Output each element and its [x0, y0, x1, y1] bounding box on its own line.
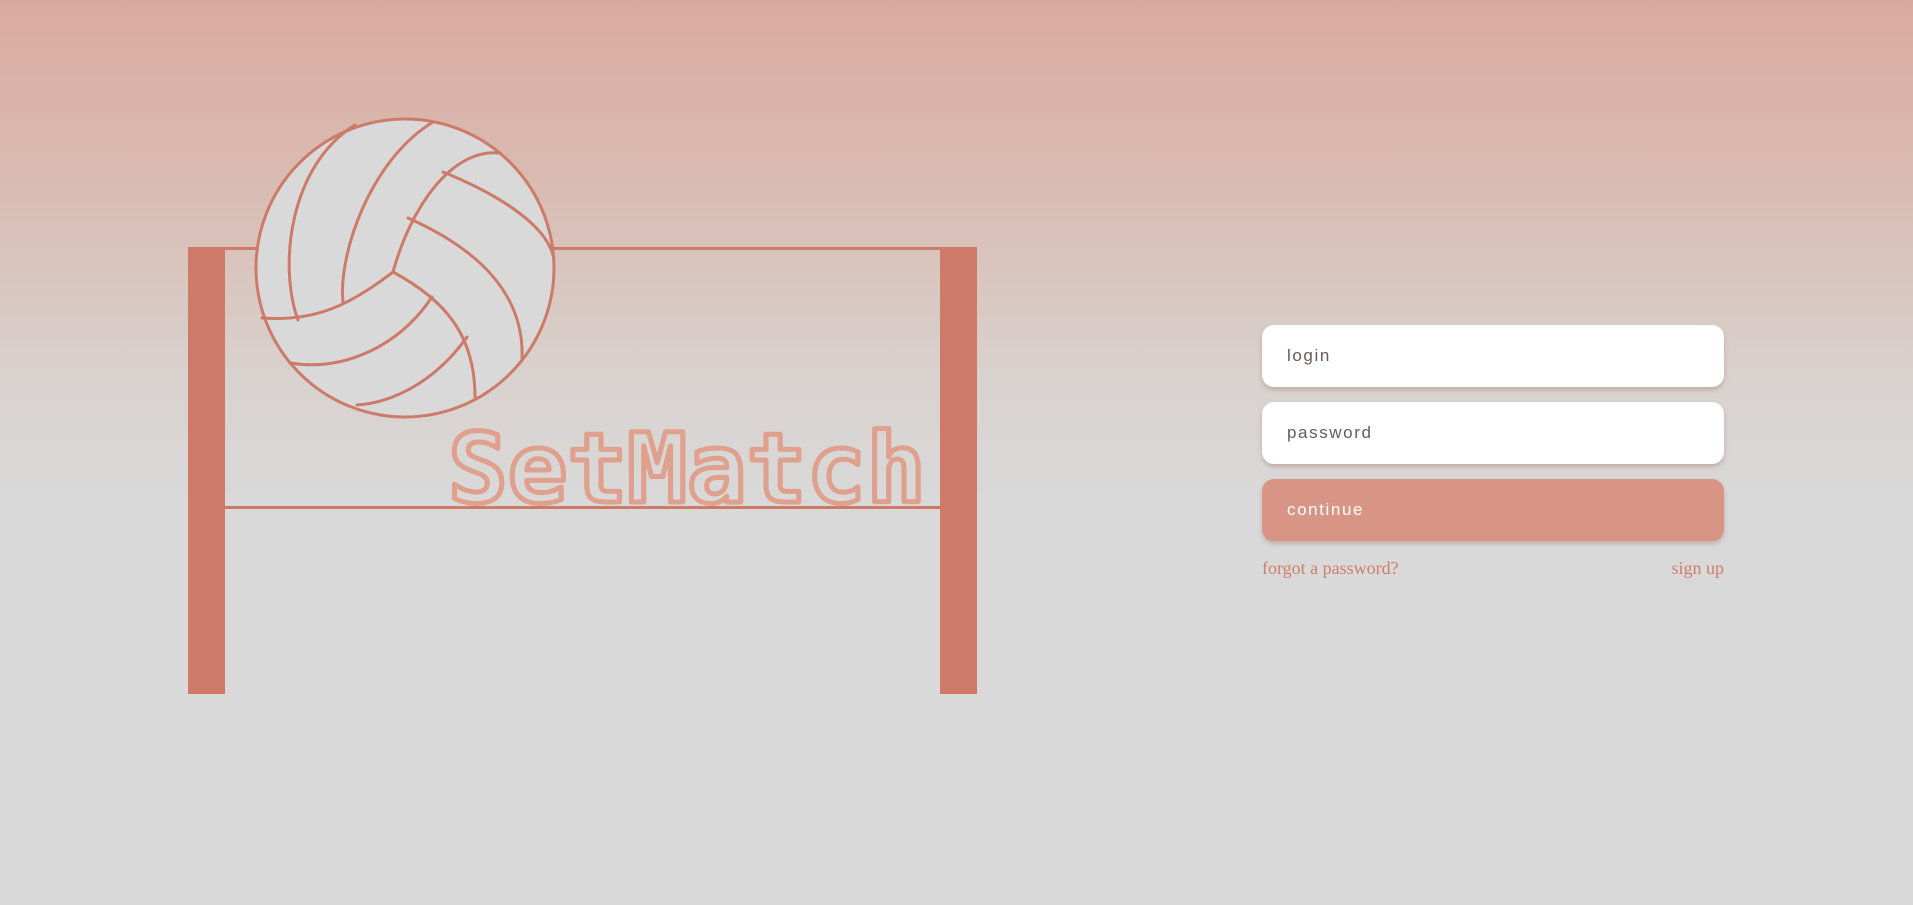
- auth-links: forgot a password? sign up: [1262, 558, 1724, 579]
- continue-button[interactable]: continue: [1262, 479, 1724, 541]
- right-net-pole: [940, 247, 977, 694]
- login-input[interactable]: [1262, 325, 1724, 387]
- sign-up-link[interactable]: sign up: [1671, 558, 1724, 579]
- volleyball-net-illustration: SetMatch: [0, 0, 1100, 760]
- volleyball-icon: [254, 117, 556, 419]
- left-net-pole: [188, 247, 225, 694]
- login-form: continue forgot a password? sign up: [1262, 325, 1724, 579]
- password-input[interactable]: [1262, 402, 1724, 464]
- forgot-password-link[interactable]: forgot a password?: [1262, 558, 1399, 579]
- brand-logo-text: SetMatch: [448, 413, 926, 525]
- volleyball-net-graphic: SetMatch: [188, 117, 977, 694]
